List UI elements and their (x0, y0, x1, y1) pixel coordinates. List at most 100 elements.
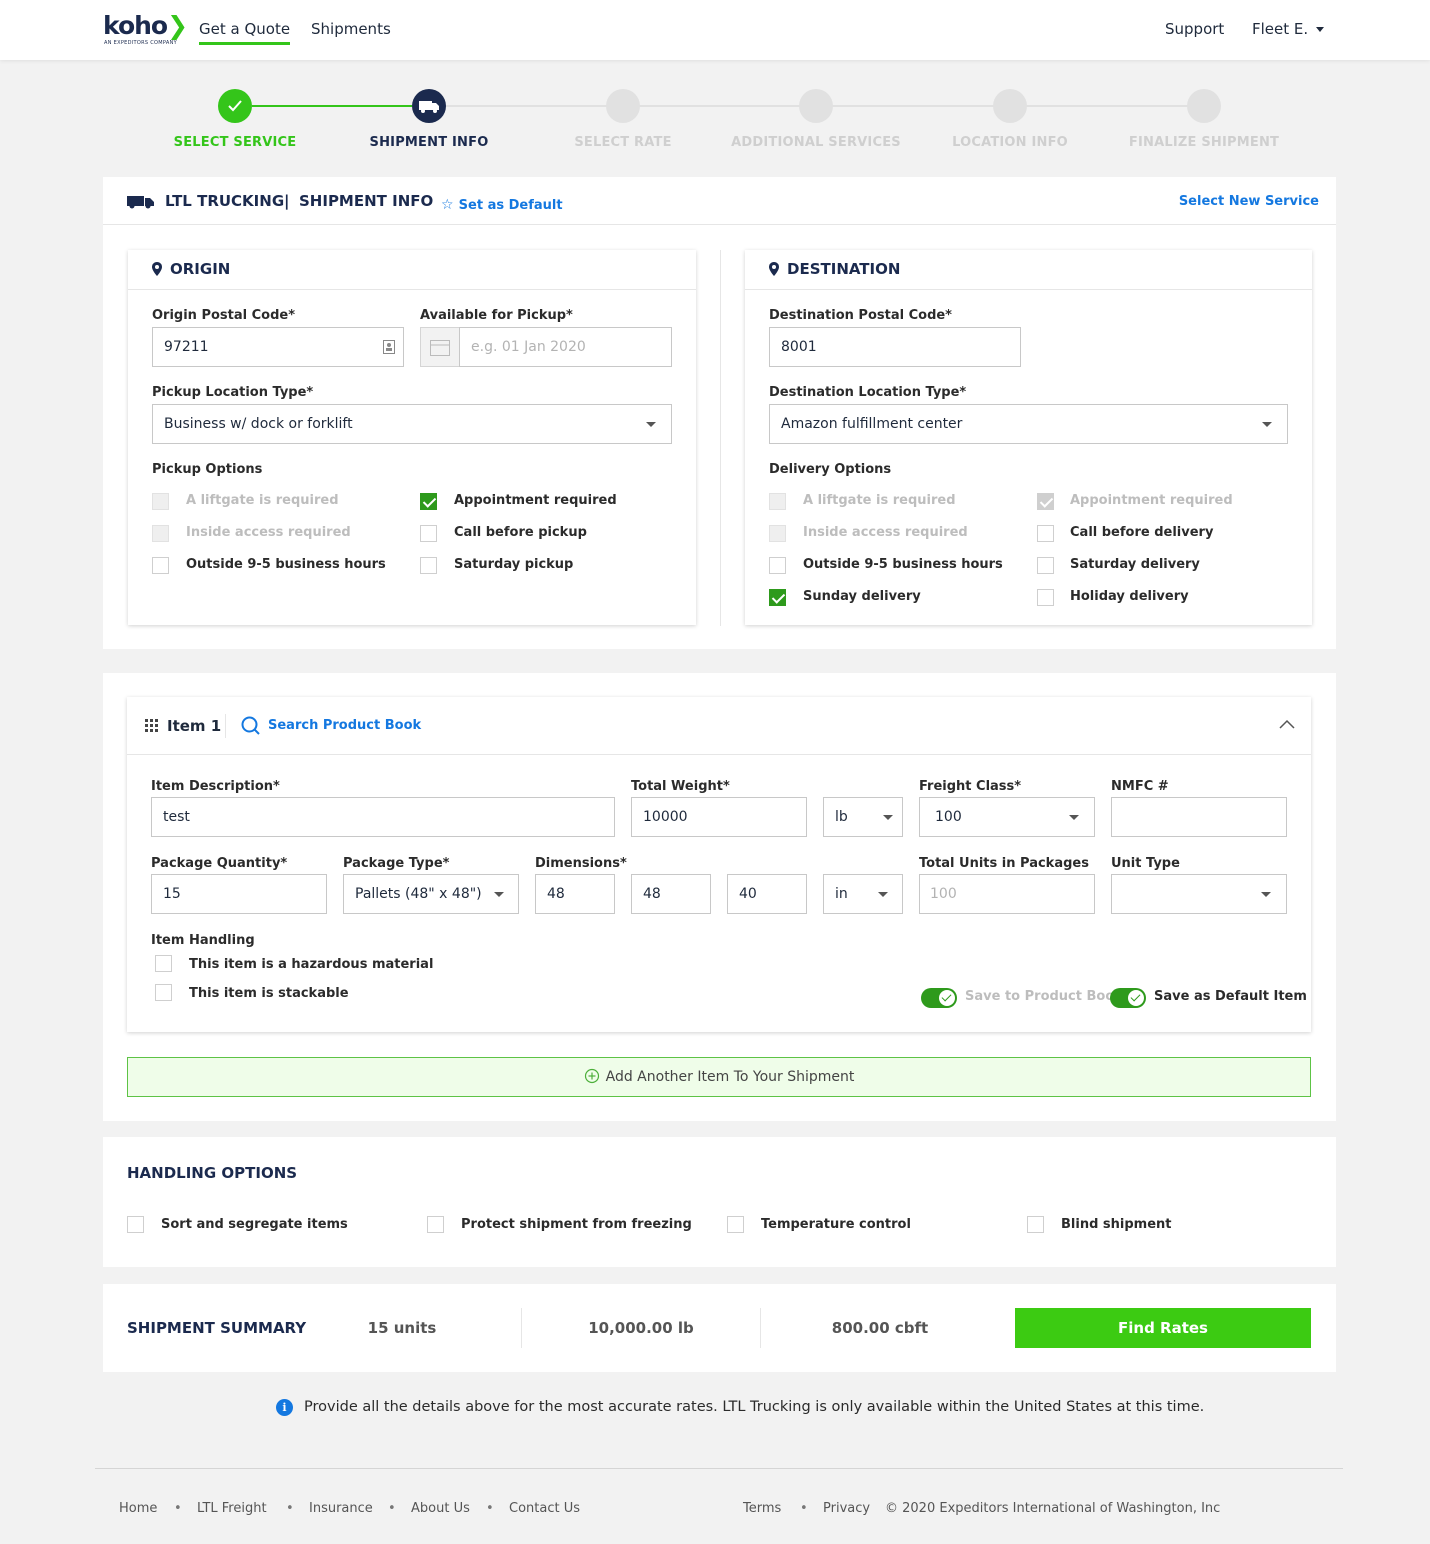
holiday-delivery-checkbox[interactable] (1037, 589, 1054, 606)
call-before-pickup-checkbox[interactable] (420, 525, 437, 542)
nav-get-a-quote[interactable]: Get a Quote (199, 20, 291, 45)
footer-separator: • (174, 1501, 182, 1516)
hazardous-label: This item is a hazardous material (189, 957, 434, 972)
grid-icon (145, 719, 158, 732)
step-3 (606, 89, 640, 123)
footer-privacy[interactable]: Privacy (823, 1501, 870, 1516)
dimension-length-input[interactable]: 48 (535, 874, 615, 914)
unit-type-select[interactable] (1111, 874, 1287, 914)
call-before-delivery-checkbox[interactable] (1037, 525, 1054, 542)
add-item-button[interactable]: Add Another Item To Your Shipment (127, 1057, 1311, 1097)
save-as-default-toggle[interactable] (1110, 988, 1146, 1008)
origin-postal-value: 97211 (164, 339, 209, 355)
dest-outside-hours-checkbox[interactable] (769, 557, 786, 574)
stackable-label: This item is stackable (189, 986, 349, 1001)
sunday-delivery-checkbox[interactable] (769, 589, 786, 606)
temperature-control-checkbox[interactable] (727, 1216, 744, 1233)
step-2-current[interactable] (412, 89, 446, 123)
calendar-button[interactable] (420, 327, 460, 367)
stackable-checkbox[interactable] (155, 984, 172, 1001)
footer-home[interactable]: Home (119, 1501, 157, 1516)
logo-arrow-icon: ❯ (167, 11, 188, 40)
map-pin-icon (152, 262, 162, 276)
truck-icon (127, 196, 154, 209)
nav-shipments[interactable]: Shipments (311, 20, 391, 38)
saturday-delivery-checkbox[interactable] (1037, 557, 1054, 574)
destination-postal-value: 8001 (781, 339, 817, 355)
freight-class-label: Freight Class* (919, 779, 1022, 794)
weight-unit-value: lb (835, 809, 848, 825)
nmfc-input[interactable] (1111, 797, 1287, 837)
dimension-height-input[interactable]: 40 (727, 874, 807, 914)
summary-weight: 10,000.00 lb (588, 1319, 694, 1337)
find-rates-button[interactable]: Find Rates (1015, 1308, 1311, 1348)
package-quantity-label: Package Quantity* (151, 856, 288, 871)
footer-contact-us[interactable]: Contact Us (509, 1501, 580, 1516)
save-to-product-book-toggle[interactable] (921, 988, 957, 1008)
summary-volume: 800.00 cbft (831, 1319, 929, 1337)
holiday-delivery-label: Holiday delivery (1070, 589, 1189, 604)
dimension-width-input[interactable]: 48 (631, 874, 711, 914)
freight-class-select[interactable]: 100 (919, 797, 1095, 837)
step-5 (993, 89, 1027, 123)
total-units-input[interactable]: 100 (919, 874, 1095, 914)
weight-unit-select[interactable]: lb (823, 797, 903, 837)
inside-access-checkbox[interactable] (152, 525, 169, 542)
liftgate-label: A liftgate is required (186, 493, 339, 508)
item-description-label: Item Description* (151, 779, 280, 794)
user-menu[interactable]: Fleet E. (1252, 20, 1325, 38)
chevron-up-icon[interactable] (1279, 719, 1295, 729)
select-new-service-link[interactable]: Select New Service (1179, 194, 1319, 209)
footer-ltl-freight[interactable]: LTL Freight (197, 1501, 267, 1516)
appointment-checkbox[interactable] (420, 493, 437, 510)
call-before-delivery-label: Call before delivery (1070, 525, 1214, 540)
footer-about-us[interactable]: About Us (411, 1501, 470, 1516)
step-4 (799, 89, 833, 123)
origin-postal-input[interactable]: 97211 (152, 327, 404, 367)
origin-divider (128, 289, 696, 290)
dimension-unit-select[interactable]: in (823, 874, 903, 914)
destination-postal-label: Destination Postal Code* (769, 308, 952, 323)
step-6 (1187, 89, 1221, 123)
footer-divider (95, 1468, 1343, 1469)
item-description-value: test (163, 809, 190, 825)
dest-appointment-label: Appointment required (1070, 493, 1233, 508)
protect-freezing-label: Protect shipment from freezing (461, 1217, 692, 1232)
logo-word: koho (103, 11, 168, 40)
dest-liftgate-checkbox[interactable] (769, 493, 786, 510)
step-label-shipment-info: SHIPMENT INFO (369, 135, 489, 150)
inside-access-label: Inside access required (186, 525, 351, 540)
package-type-select[interactable]: Pallets (48" x 48") (343, 874, 519, 914)
dest-inside-access-checkbox[interactable] (769, 525, 786, 542)
title-separator: | (284, 192, 290, 210)
koho-logo[interactable]: koho❯ AN EXPEDITORS COMPANY (103, 11, 188, 47)
package-quantity-value: 15 (163, 886, 181, 902)
destination-postal-input[interactable]: 8001 (769, 327, 1021, 367)
chevron-down-icon (883, 815, 893, 820)
total-weight-input[interactable]: 10000 (631, 797, 807, 837)
footer-insurance[interactable]: Insurance (309, 1501, 373, 1516)
nav-support[interactable]: Support (1165, 20, 1224, 38)
item-1-panel: Item 1 Search Product Book Item Descript… (127, 697, 1311, 1032)
destination-location-type-select[interactable]: Amazon fulfillment center (769, 404, 1288, 444)
dimension-length-value: 48 (547, 886, 565, 902)
info-icon: i (276, 1399, 293, 1416)
saturday-pickup-checkbox[interactable] (420, 557, 437, 574)
pickup-location-type-select[interactable]: Business w/ dock or forklift (152, 404, 672, 444)
footer-separator: • (388, 1501, 396, 1516)
blind-shipment-checkbox[interactable] (1027, 1216, 1044, 1233)
outside-hours-checkbox[interactable] (152, 557, 169, 574)
pickup-date-input[interactable]: e.g. 01 Jan 2020 (459, 327, 672, 367)
liftgate-checkbox[interactable] (152, 493, 169, 510)
package-quantity-input[interactable]: 15 (151, 874, 327, 914)
hazardous-checkbox[interactable] (155, 955, 172, 972)
set-as-default-button[interactable]: ☆ Set as Default (441, 194, 563, 213)
footer-terms[interactable]: Terms (743, 1501, 781, 1516)
sort-segregate-checkbox[interactable] (127, 1216, 144, 1233)
step-1-complete[interactable] (218, 89, 252, 123)
item-description-input[interactable]: test (151, 797, 615, 837)
protect-freezing-checkbox[interactable] (427, 1216, 444, 1233)
total-weight-value: 10000 (643, 809, 688, 825)
dest-appointment-checkbox[interactable] (1037, 493, 1054, 510)
item-title: Item 1 (167, 717, 222, 735)
